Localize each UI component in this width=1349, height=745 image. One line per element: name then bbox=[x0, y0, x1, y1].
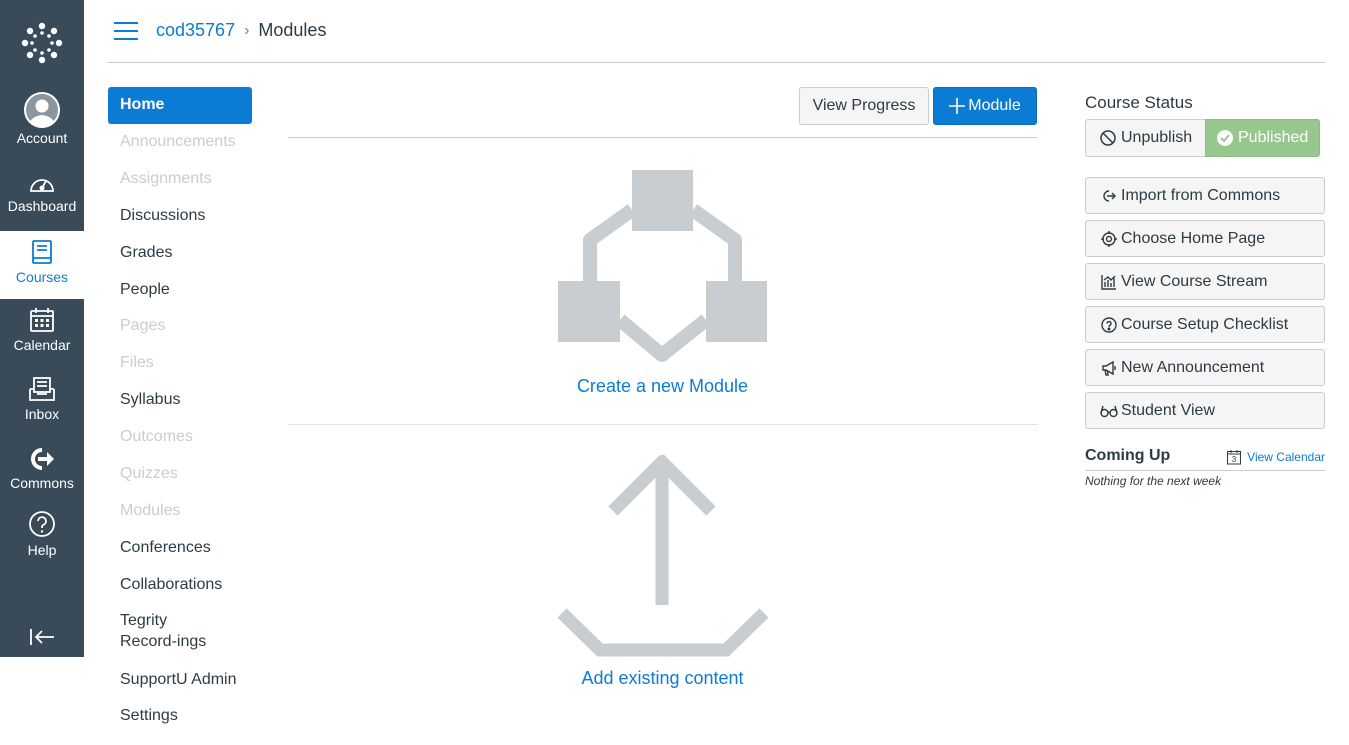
create-module-link[interactable]: Create a new Module bbox=[288, 376, 1037, 397]
divider-dotted bbox=[288, 424, 1037, 425]
global-nav-courses[interactable]: Courses bbox=[0, 231, 84, 299]
student-view-button[interactable]: Student View bbox=[1085, 392, 1325, 429]
hamburger-icon bbox=[114, 22, 138, 40]
divider bbox=[288, 137, 1037, 138]
action-label: Choose Home Page bbox=[1121, 229, 1266, 247]
course-nav-files: Files bbox=[120, 354, 154, 372]
module-illustration bbox=[558, 170, 767, 362]
published-label: Published bbox=[1238, 129, 1309, 146]
import-from-commons-button[interactable]: Import from Commons bbox=[1085, 177, 1325, 214]
global-nav-label: Calendar bbox=[13, 337, 71, 353]
global-nav-label: Dashboard bbox=[7, 198, 77, 214]
global-nav-inbox[interactable]: Inbox bbox=[0, 368, 84, 436]
stream-icon bbox=[1100, 273, 1118, 291]
canvas-logo-icon[interactable] bbox=[0, 0, 84, 86]
action-label: Course Setup Checklist bbox=[1121, 315, 1289, 333]
action-label: View Course Stream bbox=[1121, 272, 1268, 290]
course-menu-toggle[interactable] bbox=[114, 22, 138, 40]
course-nav-discussions[interactable]: Discussions bbox=[108, 198, 252, 235]
avatar-icon bbox=[24, 86, 60, 130]
inbox-icon bbox=[28, 368, 56, 406]
global-nav-calendar[interactable]: Calendar bbox=[0, 299, 84, 367]
action-label: Import from Commons bbox=[1121, 186, 1281, 204]
help-icon bbox=[28, 504, 56, 542]
page-header: cod35767 › Modules bbox=[108, 0, 1325, 63]
global-nav-dashboard[interactable]: Dashboard bbox=[0, 160, 84, 228]
course-setup-checklist-button[interactable]: Course Setup Checklist bbox=[1085, 306, 1325, 343]
course-nav-modules: Modules bbox=[120, 501, 181, 519]
course-nav-supportu-admin[interactable]: SupportU Admin bbox=[108, 662, 252, 699]
course-nav-outcomes: Outcomes bbox=[120, 428, 193, 446]
new-announcement-button[interactable]: New Announcement bbox=[1085, 349, 1325, 386]
course-status-toggle: Unpublish Published bbox=[1085, 119, 1320, 157]
course-nav-syllabus[interactable]: Syllabus bbox=[108, 382, 252, 419]
course-nav-tegrity[interactable]: Tegrity Record-ings bbox=[108, 604, 238, 662]
course-nav-settings[interactable]: Settings bbox=[108, 698, 252, 735]
global-nav-label: Help bbox=[27, 542, 57, 558]
course-nav-collaborations[interactable]: Collaborations bbox=[108, 567, 252, 604]
add-module-button[interactable]: Module bbox=[933, 87, 1037, 125]
add-module-label: Module bbox=[968, 97, 1021, 114]
course-nav-home[interactable]: Home bbox=[108, 87, 252, 124]
courses-icon bbox=[31, 231, 53, 269]
global-nav-label: Inbox bbox=[24, 406, 60, 422]
breadcrumb-separator: › bbox=[244, 21, 250, 39]
commons-import-icon bbox=[1100, 187, 1118, 205]
course-status-title: Course Status bbox=[1085, 93, 1193, 112]
collapse-icon bbox=[30, 629, 54, 645]
course-nav-assignments: Assignments bbox=[120, 169, 212, 187]
add-existing-content-link[interactable]: Add existing content bbox=[288, 668, 1037, 689]
course-nav: Home Announcements Assignments Discussio… bbox=[108, 87, 252, 735]
course-nav-pages: Pages bbox=[120, 317, 166, 335]
question-icon bbox=[1100, 316, 1118, 334]
course-nav-quizzes: Quizzes bbox=[120, 465, 178, 483]
global-nav-label: Account bbox=[16, 130, 68, 146]
ban-icon bbox=[1100, 130, 1116, 146]
coming-up-empty: Nothing for the next week bbox=[1085, 474, 1222, 488]
coming-up-title: Coming Up bbox=[1085, 447, 1171, 464]
commons-icon bbox=[28, 437, 56, 475]
published-button[interactable]: Published bbox=[1205, 119, 1320, 157]
calendar-day: 3 bbox=[1232, 455, 1237, 464]
global-nav-help[interactable]: Help bbox=[0, 504, 84, 572]
global-nav-account[interactable]: Account bbox=[0, 86, 84, 154]
calendar-icon bbox=[29, 299, 55, 337]
target-icon bbox=[1100, 230, 1118, 248]
coming-up-header: Coming Up 3 View Calendar bbox=[1085, 447, 1325, 471]
action-label: New Announcement bbox=[1121, 358, 1265, 376]
glasses-icon bbox=[1100, 402, 1118, 420]
plus-icon bbox=[949, 98, 966, 114]
unpublish-label: Unpublish bbox=[1121, 129, 1193, 146]
global-nav-label: Commons bbox=[10, 475, 74, 491]
course-nav-grades[interactable]: Grades bbox=[108, 235, 252, 272]
megaphone-icon bbox=[1100, 359, 1118, 377]
check-circle-icon bbox=[1217, 130, 1233, 146]
course-nav-announcements: Announcements bbox=[120, 133, 236, 150]
upload-illustration bbox=[558, 455, 768, 657]
view-course-stream-button[interactable]: View Course Stream bbox=[1085, 263, 1325, 300]
collapse-nav-button[interactable] bbox=[0, 617, 84, 657]
breadcrumb: cod35767 › Modules bbox=[156, 20, 326, 41]
action-label: Student View bbox=[1121, 401, 1215, 419]
view-calendar-link[interactable]: 3 View Calendar bbox=[1226, 449, 1325, 465]
view-calendar-label: View Calendar bbox=[1247, 450, 1325, 464]
breadcrumb-course-link[interactable]: cod35767 bbox=[156, 20, 235, 41]
global-nav-label: Courses bbox=[15, 269, 69, 285]
breadcrumb-current: Modules bbox=[258, 20, 327, 40]
global-nav: Account Dashboard Courses Calendar Inbox… bbox=[0, 0, 84, 657]
choose-home-page-button[interactable]: Choose Home Page bbox=[1085, 220, 1325, 257]
calendar-small-icon: 3 bbox=[1227, 450, 1242, 465]
dashboard-icon bbox=[28, 160, 56, 198]
global-nav-commons[interactable]: Commons bbox=[0, 437, 84, 505]
course-nav-people[interactable]: People bbox=[108, 272, 252, 309]
unpublish-button[interactable]: Unpublish bbox=[1085, 119, 1205, 157]
course-nav-conferences[interactable]: Conferences bbox=[108, 530, 252, 567]
view-progress-button[interactable]: View Progress bbox=[799, 87, 929, 125]
